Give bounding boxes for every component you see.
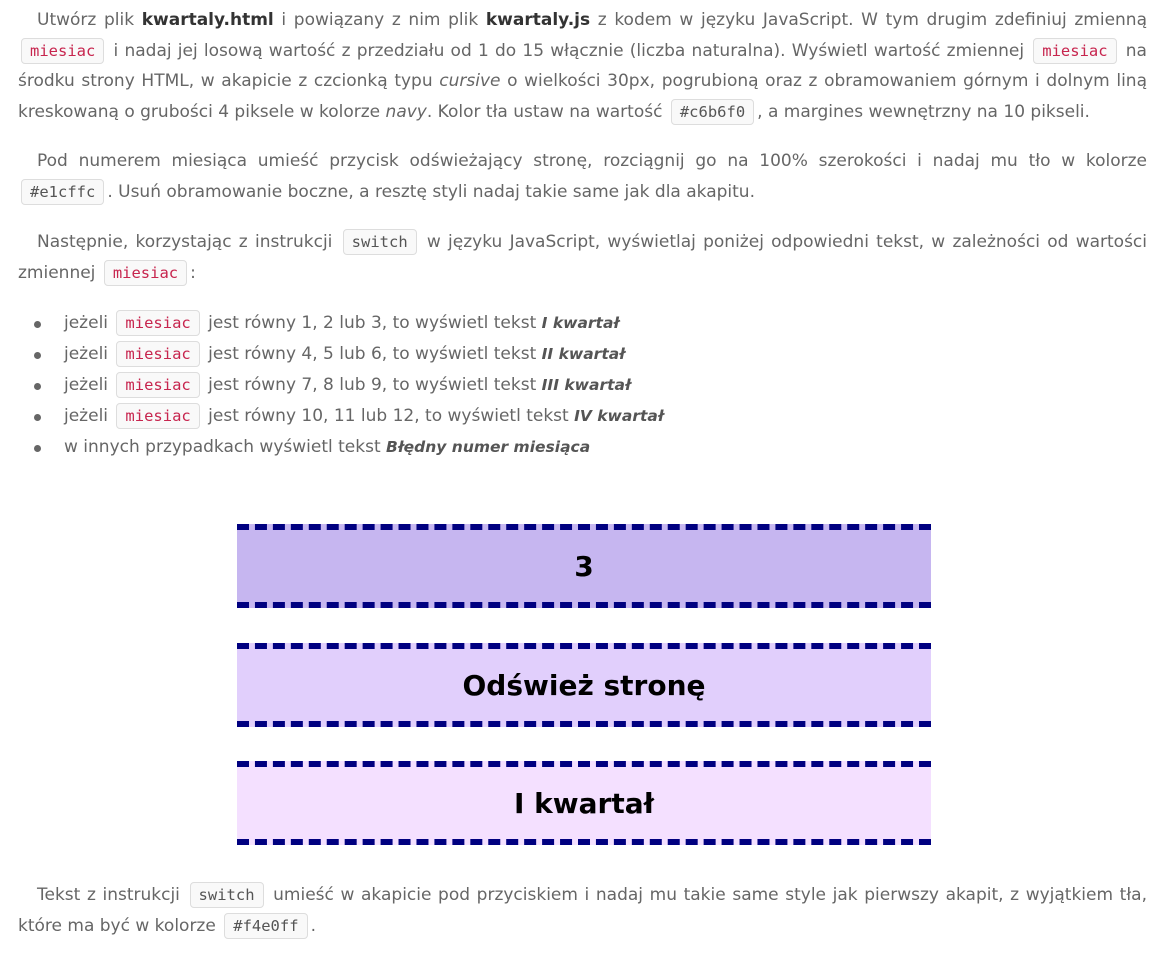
paragraph-line: zmiennej miesiac:	[18, 258, 1147, 289]
paragraph-line: które ma być w kolorze #f4e0ff.	[18, 911, 1147, 942]
italic-term: cursive	[439, 71, 501, 91]
paragraph-line: kreskowaną o grubości 4 piksele w kolorz…	[18, 97, 1147, 128]
filename-html: kwartaly.html	[141, 10, 274, 30]
text: jeżeli	[64, 406, 114, 426]
filename-js: kwartaly.js	[485, 10, 591, 30]
list-item: jeżeli miesiac jest równy 4, 5 lub 6, to…	[18, 339, 664, 370]
text: z kodem w języku JavaScript. W tym drugi…	[590, 10, 1147, 30]
bullet-icon	[34, 445, 41, 452]
paragraph-line: środku strony HTML, w akapicie z czcionk…	[18, 66, 1147, 97]
result-text: II kwartał	[541, 345, 625, 363]
bullet-icon	[34, 383, 41, 390]
code-variable: miesiac	[21, 37, 105, 64]
paragraph-line: Pod numerem miesiąca umieść przycisk odś…	[18, 146, 1147, 177]
code-color: #e1cffc	[21, 178, 105, 205]
code-variable: miesiac	[1033, 37, 1117, 64]
text: i powiązany z nim plik	[273, 10, 486, 30]
text: , a margines wewnętrzny na 10 pikseli.	[757, 101, 1090, 122]
paragraph-line: Tekst z instrukcji switch umieść w akapi…	[18, 880, 1147, 911]
text: jeżeli	[64, 313, 114, 333]
quarter-text-box: I kwartał	[237, 761, 931, 845]
result-text: III kwartał	[541, 376, 631, 394]
text: jest równy 4, 5 lub 6, to wyświetl tekst	[202, 344, 542, 364]
text: jeżeli	[64, 344, 114, 364]
text: . Usuń obramowanie boczne, a resztę styl…	[107, 181, 755, 202]
code-variable: miesiac	[116, 341, 200, 367]
italic-term: navy	[385, 101, 427, 122]
conditions-list: jeżeli miesiac jest równy 1, 2 lub 3, to…	[18, 308, 664, 463]
text: w innych przypadkach wyświetl tekst	[64, 437, 387, 457]
text: jest równy 10, 11 lub 12, to wyświetl te…	[202, 406, 575, 426]
text: Następnie, korzystając z instrukcji	[37, 232, 340, 252]
list-item: jeżeli miesiac jest równy 10, 11 lub 12,…	[18, 401, 664, 432]
code-keyword: switch	[189, 882, 264, 908]
result-text: IV kwartał	[574, 407, 664, 425]
code-variable: miesiac	[116, 372, 200, 398]
bullet-icon	[34, 352, 41, 359]
bullet-icon	[34, 321, 41, 328]
code-color: #f4e0ff	[224, 912, 308, 939]
paragraph-line: #e1cffc. Usuń obramowanie boczne, a resz…	[18, 177, 1147, 208]
refresh-page-button[interactable]: Odśwież stronę	[237, 643, 931, 727]
paragraph-line: miesiac i nadaj jej losową wartość z prz…	[18, 36, 1147, 67]
list-item: jeżeli miesiac jest równy 1, 2 lub 3, to…	[18, 308, 664, 339]
text: jest równy 1, 2 lub 3, to wyświetl tekst	[202, 313, 542, 333]
result-text: I kwartał	[541, 314, 620, 332]
text: Pod numerem miesiąca umieść przycisk odś…	[37, 151, 1147, 171]
result-text: Błędny numer miesiąca	[386, 438, 591, 456]
code-variable: miesiac	[116, 310, 200, 336]
text: jeżeli	[64, 375, 114, 395]
bullet-icon	[34, 414, 41, 421]
paragraph-switch: Następnie, korzystając z instrukcji swit…	[18, 227, 1147, 288]
page: Utwórz plik kwartaly.html i powiązany z …	[0, 0, 1159, 955]
code-variable: miesiac	[116, 403, 200, 429]
text: które ma być w kolorze	[18, 915, 222, 936]
list-item: jeżeli miesiac jest równy 7, 8 lub 9, to…	[18, 370, 664, 401]
text: jest równy 7, 8 lub 9, to wyświetl tekst	[202, 375, 542, 395]
paragraph-line: Następnie, korzystając z instrukcji swit…	[18, 227, 1147, 258]
text: w języku JavaScript, wyświetlaj poniżej …	[419, 232, 1147, 252]
text: o wielkości 30px, pogrubioną oraz z obra…	[500, 71, 1147, 91]
paragraph-refresh-button: Pod numerem miesiąca umieść przycisk odś…	[18, 146, 1147, 207]
text: . Kolor tła ustaw na wartość	[426, 101, 668, 122]
text: .	[310, 915, 316, 936]
list-item: w innych przypadkach wyświetl tekst Błęd…	[18, 432, 664, 463]
code-color: #c6b6f0	[670, 98, 755, 125]
text: umieść w akapicie pod przyciskiem i nada…	[266, 885, 1147, 905]
code-variable: miesiac	[103, 259, 188, 286]
paragraph-switch-output: Tekst z instrukcji switch umieść w akapi…	[18, 880, 1147, 941]
text: środku strony HTML, w akapicie z czcionk…	[18, 71, 440, 91]
text: :	[190, 262, 196, 283]
code-keyword: switch	[342, 229, 417, 255]
text: kreskowaną o grubości 4 piksele w kolorz…	[18, 101, 386, 122]
paragraph-line: Utwórz plik kwartaly.html i powiązany z …	[18, 5, 1147, 36]
text: Utwórz plik	[37, 10, 142, 30]
text: zmiennej	[18, 262, 101, 283]
month-value-box: 3	[237, 524, 931, 608]
text: i nadaj jej losową wartość z przedziału …	[107, 40, 1031, 61]
paragraph-task-intro: Utwórz plik kwartaly.html i powiązany z …	[18, 5, 1147, 127]
text: Tekst z instrukcji	[37, 885, 187, 905]
text: na	[1119, 40, 1147, 61]
